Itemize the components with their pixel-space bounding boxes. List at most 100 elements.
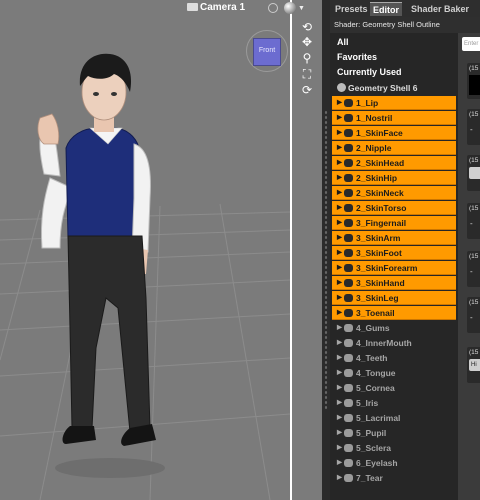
surface-row[interactable]: ▶ 5_Iris (332, 396, 456, 410)
reset-view-icon[interactable]: ⟳ (300, 83, 314, 97)
surface-row[interactable]: ▶ 5_Pupil (332, 426, 456, 440)
property-tag: (15 (469, 205, 479, 212)
slider-minus-icon[interactable]: - (470, 219, 473, 228)
expand-arrow-icon[interactable]: ▶ (337, 336, 342, 350)
expand-arrow-icon[interactable]: ▶ (337, 426, 342, 440)
panel-splitter[interactable] (322, 0, 330, 500)
property-card[interactable]: (15 - (467, 297, 480, 333)
pan-icon[interactable]: ✥ (300, 35, 314, 49)
slider-minus-icon[interactable]: - (470, 125, 473, 134)
category-all[interactable]: All (332, 35, 456, 49)
draw-style-icon[interactable] (284, 2, 296, 14)
frame-icon[interactable]: ⛶ (300, 67, 314, 81)
surface-row[interactable]: ▶ 3_SkinLeg (332, 291, 456, 305)
expand-arrow-icon[interactable]: ▶ (337, 216, 342, 230)
camera-selector[interactable]: Camera 1 (186, 2, 245, 13)
surface-row[interactable]: ▶ 2_SkinTorso (332, 201, 456, 215)
surface-row[interactable]: ▶ 3_SkinHand (332, 276, 456, 290)
expand-arrow-icon[interactable]: ▶ (337, 291, 342, 305)
slider-minus-icon[interactable]: - (470, 313, 473, 322)
surface-icon (344, 324, 353, 332)
surface-row[interactable]: ▶ 1_Lip (332, 96, 456, 110)
expand-arrow-icon[interactable]: ▶ (337, 141, 342, 155)
surface-row[interactable]: ▶ 5_Cornea (332, 381, 456, 395)
surface-row[interactable]: ▶ 2_SkinNeck (332, 186, 456, 200)
surface-row[interactable]: ▶ 3_Toenail (332, 306, 456, 320)
surface-icon (344, 99, 353, 107)
expand-arrow-icon[interactable]: ▶ (337, 186, 342, 200)
tab-shader-baker[interactable]: Shader Baker (408, 2, 472, 16)
surface-icon (344, 159, 353, 167)
surface-row[interactable]: ▶ 1_Nostril (332, 111, 456, 125)
surface-label: 4_Tongue (356, 368, 396, 378)
surface-row[interactable]: ▶ 5_Sclera (332, 441, 456, 455)
surface-row[interactable]: ▶ 4_Tongue (332, 366, 456, 380)
property-card[interactable]: (15 - (467, 251, 480, 287)
property-card[interactable]: (15 Hi (467, 347, 480, 383)
expand-arrow-icon[interactable]: ▶ (337, 276, 342, 290)
category-currently-used[interactable]: Currently Used (332, 65, 456, 79)
expand-arrow-icon[interactable]: ▶ (337, 201, 342, 215)
surface-row[interactable]: ▶ 5_Lacrimal (332, 411, 456, 425)
panel-tabs: Presets Editor Shader Baker (330, 0, 480, 17)
expand-arrow-icon[interactable]: ▶ (337, 111, 342, 125)
surface-icon (344, 429, 353, 437)
surface-row[interactable]: ▶ 4_InnerMouth (332, 336, 456, 350)
surface-label: 3_SkinForearm (356, 263, 418, 273)
surface-icon (344, 279, 353, 287)
expand-arrow-icon[interactable]: ▶ (337, 366, 342, 380)
expand-arrow-icon[interactable]: ▶ (337, 306, 342, 320)
expand-arrow-icon[interactable]: ▶ (337, 156, 342, 170)
expand-arrow-icon[interactable]: ▶ (337, 261, 342, 275)
color-swatch[interactable] (469, 75, 480, 95)
surface-row[interactable]: ▶ 1_SkinFace (332, 126, 456, 140)
surface-label: 6_Eyelash (356, 458, 398, 468)
tab-editor[interactable]: Editor (370, 2, 402, 16)
zoom-icon[interactable]: ⚲ (300, 51, 314, 65)
expand-arrow-icon[interactable]: ▶ (337, 441, 342, 455)
surface-row[interactable]: ▶ 2_SkinHead (332, 156, 456, 170)
expand-arrow-icon[interactable]: ▶ (337, 246, 342, 260)
category-favorites[interactable]: Favorites (332, 50, 456, 64)
3d-viewport[interactable]: Camera 1 ▼ Front ⟲ ✥ ⚲ ⛶ ⟳ (0, 0, 322, 500)
surface-row[interactable]: ▶ 2_SkinHip (332, 171, 456, 185)
tab-presets[interactable]: Presets (332, 2, 371, 16)
group-geometry-shell[interactable]: Geometry Shell 6 (332, 81, 456, 95)
surface-icon (344, 369, 353, 377)
property-card[interactable]: (15 - (467, 109, 480, 145)
expand-arrow-icon[interactable]: ▶ (337, 96, 342, 110)
property-card[interactable]: (15 (467, 63, 480, 99)
surface-row[interactable]: ▶ 3_Fingernail (332, 216, 456, 230)
orbit-icon[interactable]: ⟲ (300, 20, 314, 34)
property-button[interactable] (469, 167, 480, 179)
surface-row[interactable]: ▶ 3_SkinFoot (332, 246, 456, 260)
expand-arrow-icon[interactable]: ▶ (337, 456, 342, 470)
expand-arrow-icon[interactable]: ▶ (337, 351, 342, 365)
expand-arrow-icon[interactable]: ▶ (337, 231, 342, 245)
property-card[interactable]: (15 - (467, 203, 480, 239)
surface-row[interactable]: ▶ 3_SkinForearm (332, 261, 456, 275)
surface-row[interactable]: ▶ 6_Eyelash (332, 456, 456, 470)
property-search-input[interactable]: Enter (462, 37, 480, 51)
chevron-down-icon[interactable]: ▼ (298, 5, 305, 12)
surface-icon (344, 219, 353, 227)
expand-arrow-icon[interactable]: ▶ (337, 381, 342, 395)
slider-minus-icon[interactable]: - (470, 267, 473, 276)
surface-row[interactable]: ▶ 2_Nipple (332, 141, 456, 155)
expand-arrow-icon[interactable]: ▶ (337, 321, 342, 335)
surface-icon (344, 234, 353, 242)
viewport-options-icon[interactable] (268, 3, 278, 13)
view-cube[interactable]: Front (253, 38, 281, 66)
character-figure[interactable] (30, 48, 170, 488)
expand-arrow-icon[interactable]: ▶ (337, 411, 342, 425)
surface-row[interactable]: ▶ 3_SkinArm (332, 231, 456, 245)
surface-row[interactable]: ▶ 4_Teeth (332, 351, 456, 365)
property-button[interactable]: Hi (469, 359, 480, 371)
surface-row[interactable]: ▶ 4_Gums (332, 321, 456, 335)
property-card[interactable]: (15 (467, 155, 480, 191)
surface-row[interactable]: ▶ 7_Tear (332, 471, 456, 485)
expand-arrow-icon[interactable]: ▶ (337, 396, 342, 410)
expand-arrow-icon[interactable]: ▶ (337, 471, 342, 485)
expand-arrow-icon[interactable]: ▶ (337, 171, 342, 185)
expand-arrow-icon[interactable]: ▶ (337, 126, 342, 140)
